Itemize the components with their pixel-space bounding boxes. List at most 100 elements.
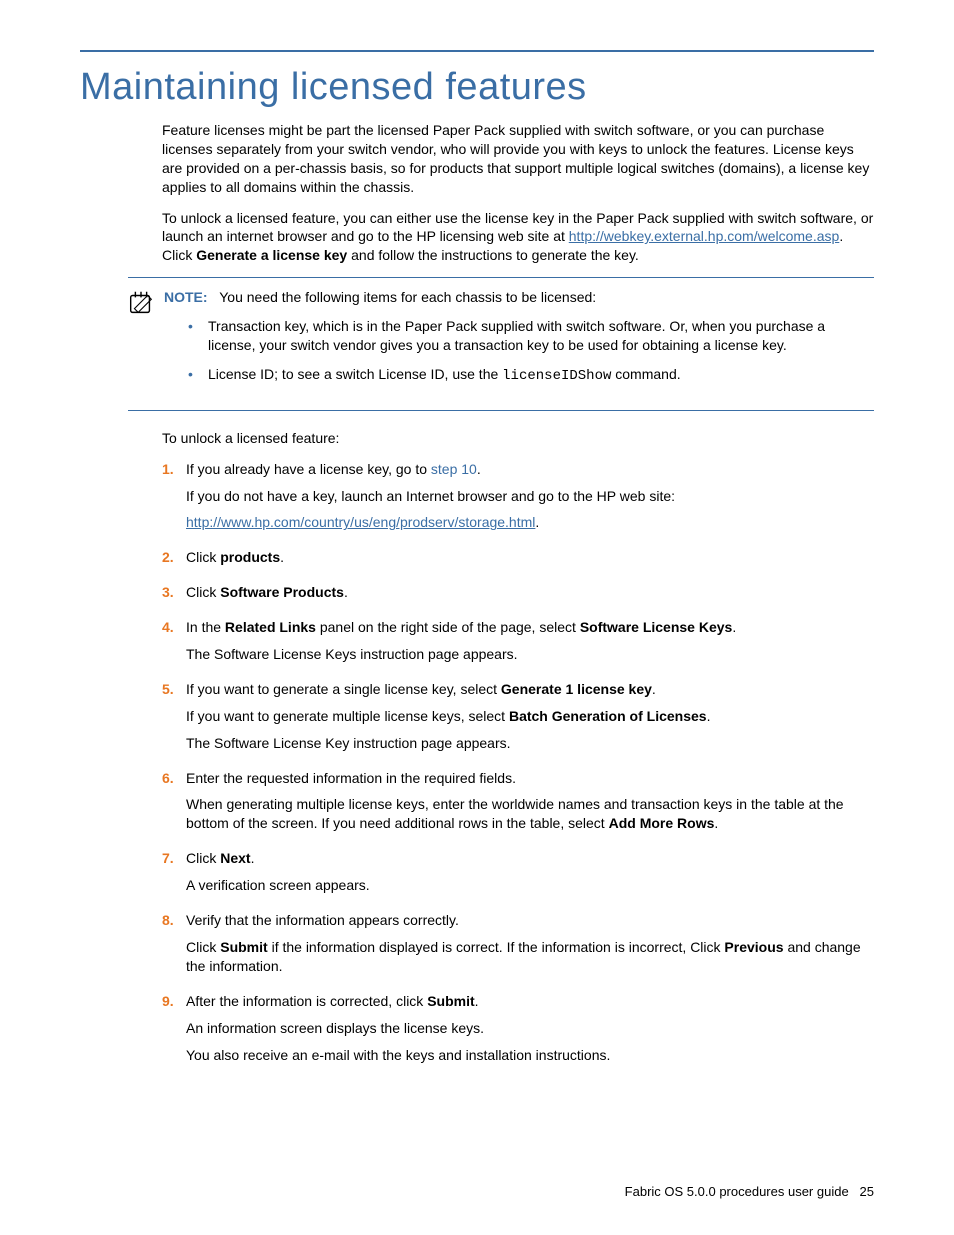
text: Click bbox=[186, 850, 220, 866]
list-item: 5.If you want to generate a single licen… bbox=[162, 680, 874, 761]
step-number: 8. bbox=[162, 911, 186, 984]
step-number: 9. bbox=[162, 992, 186, 1073]
note-text: NOTE: You need the following items for e… bbox=[164, 288, 874, 307]
step-line: http://www.hp.com/country/us/eng/prodser… bbox=[186, 513, 874, 532]
step-line: If you want to generate multiple license… bbox=[186, 707, 874, 726]
page-footer: Fabric OS 5.0.0 procedures user guide 25 bbox=[625, 1184, 874, 1199]
list-item: • Transaction key, which is in the Paper… bbox=[188, 317, 874, 355]
bold-text: Software License Keys bbox=[580, 619, 733, 635]
bullet-text: Transaction key, which is in the Paper P… bbox=[208, 317, 874, 355]
text: An information screen displays the licen… bbox=[186, 1020, 484, 1036]
text: . bbox=[732, 619, 736, 635]
page-title: Maintaining licensed features bbox=[80, 66, 874, 109]
list-item: 8.Verify that the information appears co… bbox=[162, 911, 874, 984]
step-line: The Software License Key instruction pag… bbox=[186, 734, 874, 753]
text: The Software License Keys instruction pa… bbox=[186, 646, 518, 662]
intro-paragraph-2: To unlock a licensed feature, you can ei… bbox=[162, 209, 874, 266]
step-body: Verify that the information appears corr… bbox=[186, 911, 874, 984]
note-bullets: • Transaction key, which is in the Paper… bbox=[188, 317, 874, 386]
text: Verify that the information appears corr… bbox=[186, 912, 459, 928]
text: . bbox=[535, 514, 539, 530]
text: . bbox=[652, 681, 656, 697]
step-line: If you want to generate a single license… bbox=[186, 680, 874, 699]
text: Enter the requested information in the r… bbox=[186, 770, 516, 786]
step-line: Click Next. bbox=[186, 849, 874, 868]
page-number: 25 bbox=[860, 1184, 874, 1199]
step-line: Click products. bbox=[186, 548, 874, 567]
unlock-intro: To unlock a licensed feature: bbox=[162, 429, 874, 448]
step-body: Click products. bbox=[186, 548, 874, 575]
step-line: If you do not have a key, launch an Inte… bbox=[186, 487, 874, 506]
text: Click bbox=[186, 584, 220, 600]
intro-paragraph-1: Feature licenses might be part the licen… bbox=[162, 121, 874, 197]
step-body: Enter the requested information in the r… bbox=[186, 769, 874, 842]
top-rule bbox=[80, 50, 874, 52]
step-line: A verification screen appears. bbox=[186, 876, 874, 895]
step-line: If you already have a license key, go to… bbox=[186, 460, 874, 479]
text: . bbox=[714, 815, 718, 831]
step-line: The Software License Keys instruction pa… bbox=[186, 645, 874, 664]
text: Click bbox=[186, 939, 220, 955]
bold-text: Add More Rows bbox=[609, 815, 715, 831]
text: When generating multiple license keys, e… bbox=[186, 796, 844, 831]
step-body: In the Related Links panel on the right … bbox=[186, 618, 874, 672]
text: If you do not have a key, launch an Inte… bbox=[186, 488, 675, 504]
step-number: 1. bbox=[162, 460, 186, 541]
text: A verification screen appears. bbox=[186, 877, 370, 893]
step-line: An information screen displays the licen… bbox=[186, 1019, 874, 1038]
list-item: • License ID; to see a switch License ID… bbox=[188, 365, 874, 386]
step-line: Enter the requested information in the r… bbox=[186, 769, 874, 788]
step-body: After the information is corrected, clic… bbox=[186, 992, 874, 1073]
list-item: 4.In the Related Links panel on the righ… bbox=[162, 618, 874, 672]
text: If you want to generate multiple license… bbox=[186, 708, 509, 724]
step-body: Click Next. A verification screen appears… bbox=[186, 849, 874, 903]
text: and follow the instructions to generate … bbox=[347, 247, 639, 263]
text: You also receive an e-mail with the keys… bbox=[186, 1047, 610, 1063]
step-line: After the information is corrected, clic… bbox=[186, 992, 874, 1011]
text: The Software License Key instruction pag… bbox=[186, 735, 511, 751]
note-label: NOTE: bbox=[164, 289, 208, 305]
text: In the bbox=[186, 619, 225, 635]
step-line: Verify that the information appears corr… bbox=[186, 911, 874, 930]
step-reference[interactable]: step 10 bbox=[431, 461, 477, 477]
bold-text: Batch Generation of Licenses bbox=[509, 708, 707, 724]
step-number: 7. bbox=[162, 849, 186, 903]
step-number: 6. bbox=[162, 769, 186, 842]
text: If you already have a license key, go to bbox=[186, 461, 431, 477]
bold-text: products bbox=[220, 549, 280, 565]
note-icon bbox=[126, 288, 156, 318]
step-line: You also receive an e-mail with the keys… bbox=[186, 1046, 874, 1065]
bullet-text: License ID; to see a switch License ID, … bbox=[208, 365, 681, 386]
bold-text: Submit bbox=[220, 939, 267, 955]
bold-text: Software Products bbox=[220, 584, 344, 600]
generate-key-label: Generate a license key bbox=[196, 247, 347, 263]
step-body: Click Software Products. bbox=[186, 583, 874, 610]
webkey-link[interactable]: http://webkey.external.hp.com/welcome.as… bbox=[569, 228, 840, 244]
ordered-steps: 1.If you already have a license key, go … bbox=[162, 460, 874, 1073]
list-item: 7.Click Next. A verification screen appea… bbox=[162, 849, 874, 903]
list-item: 2.Click products. bbox=[162, 548, 874, 575]
text: . bbox=[280, 549, 284, 565]
text: After the information is corrected, clic… bbox=[186, 993, 427, 1009]
step-line: When generating multiple license keys, e… bbox=[186, 795, 874, 833]
bullet-icon: • bbox=[188, 365, 198, 386]
text: if the information displayed is correct.… bbox=[268, 939, 725, 955]
text: . bbox=[251, 850, 255, 866]
step-line: Click Software Products. bbox=[186, 583, 874, 602]
note-block: NOTE: You need the following items for e… bbox=[128, 277, 874, 411]
list-item: 9.After the information is corrected, cl… bbox=[162, 992, 874, 1073]
step-number: 2. bbox=[162, 548, 186, 575]
list-item: 3.Click Software Products. bbox=[162, 583, 874, 610]
text: If you want to generate a single license… bbox=[186, 681, 501, 697]
text: . bbox=[344, 584, 348, 600]
step-number: 4. bbox=[162, 618, 186, 672]
link[interactable]: http://www.hp.com/country/us/eng/prodser… bbox=[186, 514, 535, 530]
text: License ID; to see a switch License ID, … bbox=[208, 366, 502, 382]
bold-text: Related Links bbox=[225, 619, 316, 635]
command-code: licenseIDShow bbox=[502, 368, 611, 384]
step-body: If you already have a license key, go to… bbox=[186, 460, 874, 541]
bold-text: Generate 1 license key bbox=[501, 681, 652, 697]
step-number: 3. bbox=[162, 583, 186, 610]
bullet-icon: • bbox=[188, 317, 198, 355]
text: . bbox=[707, 708, 711, 724]
